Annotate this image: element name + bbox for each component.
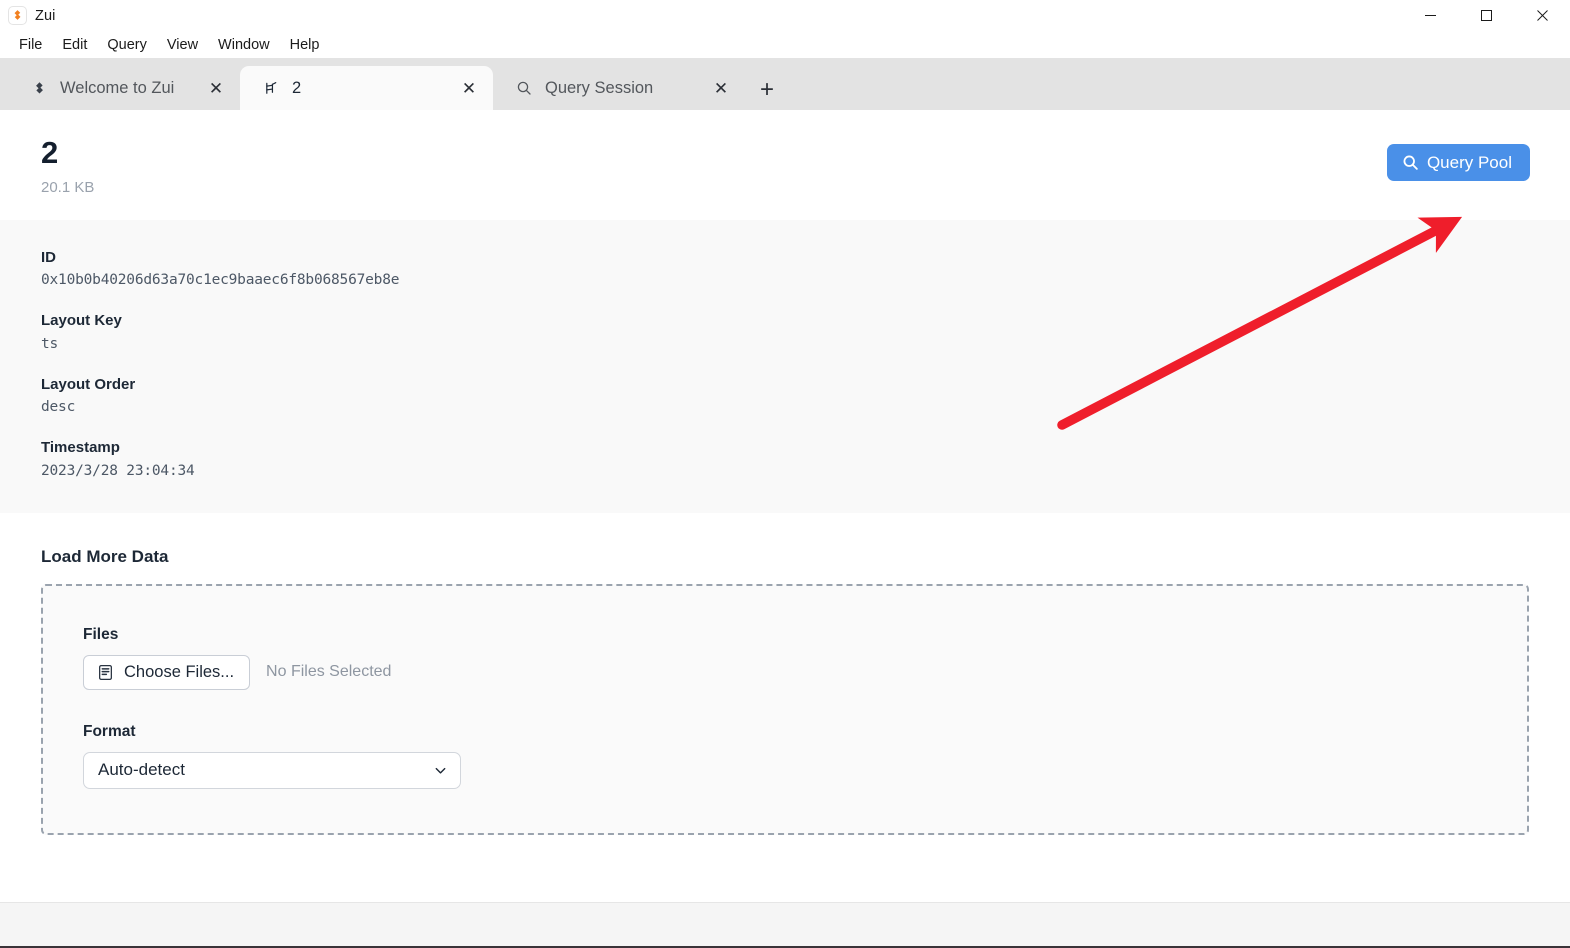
detail-value: 0x10b0b40206d63a70c1ec9baaec6f8b068567eb…	[41, 272, 400, 289]
detail-value: desc	[41, 399, 76, 416]
pool-identity: 2 20.1 KB	[41, 135, 95, 196]
search-icon	[515, 79, 533, 97]
pool-icon	[262, 79, 280, 97]
query-pool-button[interactable]: Query Pool	[1386, 144, 1530, 181]
files-label: Files	[83, 625, 119, 643]
status-bar	[0, 902, 1570, 948]
menu-item-file[interactable]: File	[10, 35, 51, 55]
file-dropzone[interactable]: Files Choose Files... No Files Selected	[41, 583, 1529, 835]
tab-query-session[interactable]: Query Session ✕	[493, 66, 745, 110]
menu-item-help[interactable]: Help	[281, 35, 329, 55]
files-row: Choose Files... No Files Selected	[83, 654, 1527, 690]
detail-row-id: ID 0x10b0b40206d63a70c1ec9baaec6f8b06856…	[41, 246, 1529, 292]
detail-label: ID	[41, 249, 56, 266]
detail-value: ts	[41, 335, 59, 352]
format-select[interactable]: Auto-detect	[83, 751, 461, 789]
page-title: 2	[41, 135, 58, 170]
maximize-button[interactable]	[1458, 0, 1514, 31]
detail-row-timestamp: Timestamp 2023/3/28 23:04:34	[41, 436, 1529, 482]
menu-item-view[interactable]: View	[158, 35, 207, 55]
detail-row-layout-key: Layout Key ts	[41, 309, 1529, 355]
tab-label: Welcome to Zui	[60, 78, 175, 97]
tab-label: 2	[292, 78, 302, 97]
query-pool-button-label: Query Pool	[1426, 152, 1512, 172]
window-controls	[1402, 0, 1570, 31]
search-icon	[1402, 154, 1419, 171]
tab-welcome-to-zui[interactable]: Welcome to Zui ✕	[8, 66, 240, 110]
format-label: Format	[83, 722, 136, 740]
format-field: Format Auto-detect	[83, 723, 1527, 789]
close-button[interactable]	[1514, 0, 1570, 31]
menu-item-edit[interactable]: Edit	[53, 35, 96, 55]
tab-close-button[interactable]: ✕	[457, 76, 481, 100]
minimize-button[interactable]	[1402, 0, 1458, 31]
no-files-selected-text: No Files Selected	[266, 663, 392, 681]
format-select-value: Auto-detect	[98, 760, 185, 780]
pool-detail-panel: ID 0x10b0b40206d63a70c1ec9baaec6f8b06856…	[0, 220, 1570, 513]
choose-files-button[interactable]: Choose Files...	[83, 654, 251, 690]
detail-value: 2023/3/28 23:04:34	[41, 462, 195, 479]
tab-bar: Welcome to Zui ✕ 2 ✕ Query Session ✕ +	[0, 58, 1570, 110]
app-title: Zui	[35, 7, 56, 24]
zui-diamond-logo-icon	[9, 7, 26, 24]
menu-item-window[interactable]: Window	[209, 35, 279, 55]
tab-close-button[interactable]: ✕	[204, 76, 228, 100]
detail-label: Layout Key	[41, 312, 122, 330]
new-tab-button[interactable]: +	[749, 70, 785, 110]
document-icon	[97, 664, 114, 681]
menu-item-query[interactable]: Query	[98, 35, 156, 55]
menu-bar: File Edit Query View Window Help	[0, 31, 1570, 58]
zui-logo-icon	[30, 79, 48, 97]
pool-header: 2 20.1 KB Query Pool	[0, 110, 1570, 220]
detail-label: Layout Order	[41, 375, 136, 393]
title-bar: Zui	[0, 0, 1570, 31]
detail-label: Timestamp	[41, 439, 120, 457]
section-title: Load More Data	[41, 546, 169, 566]
tab-label: Query Session	[545, 78, 654, 97]
files-field: Files Choose Files... No Files Selected	[83, 626, 1527, 690]
chevron-down-icon	[433, 763, 448, 778]
detail-row-layout-order: Layout Order desc	[41, 373, 1529, 419]
tab-pool-2[interactable]: 2 ✕	[240, 66, 493, 110]
choose-files-button-label: Choose Files...	[124, 662, 235, 681]
tab-close-button[interactable]: ✕	[709, 76, 733, 100]
load-more-data-section: Load More Data Files Choose Files... No …	[0, 512, 1570, 835]
pool-size-label: 20.1 KB	[41, 178, 95, 196]
